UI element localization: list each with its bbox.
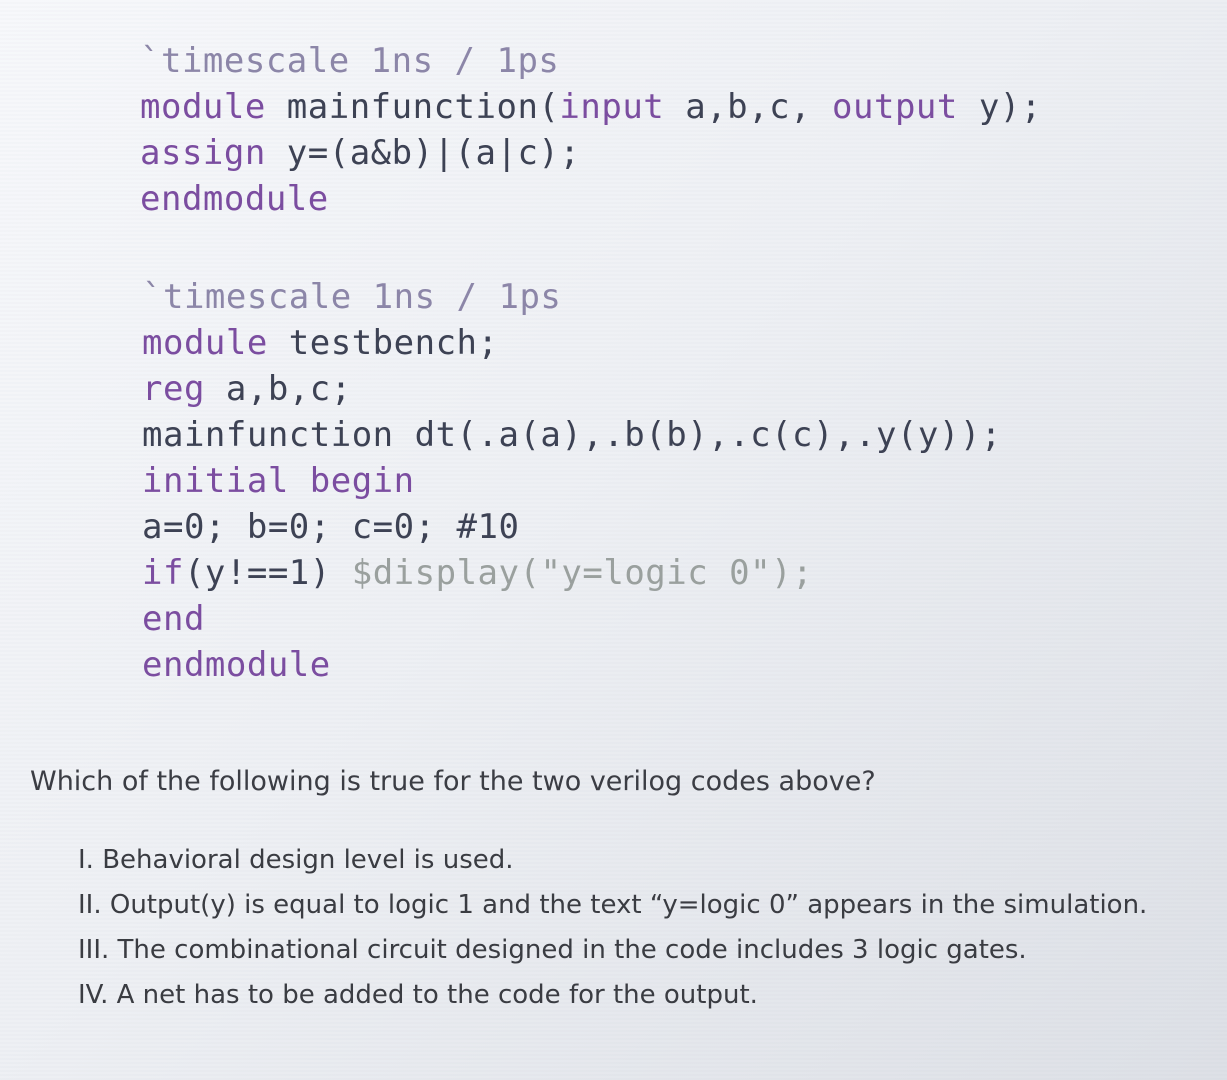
- code-token: a,b,c,: [685, 87, 833, 127]
- code-line: endmodule: [140, 176, 1042, 222]
- code-line: initial begin: [142, 458, 1002, 504]
- code-token: module: [140, 87, 287, 127]
- code-line: `timescale 1ns / 1ps: [140, 38, 1042, 84]
- code-token: input: [559, 87, 686, 127]
- code-token: output: [832, 87, 979, 127]
- code-line: `timescale 1ns / 1ps: [142, 274, 1002, 320]
- code-line: end: [142, 596, 1002, 642]
- code-line: module testbench;: [142, 320, 1002, 366]
- code-token: mainfunction dt(.a(a),.b(b),.c(c),.y(y))…: [142, 415, 1002, 455]
- code-line: endmodule: [142, 642, 1002, 688]
- code-token: end: [142, 599, 205, 639]
- code-token: initial begin: [142, 461, 415, 501]
- code-token: y);: [978, 87, 1042, 127]
- code-token: module: [142, 323, 289, 363]
- code-line: if(y!==1) $display("y=logic 0");: [142, 550, 1002, 596]
- option-iii: III. The combinational circuit designed …: [78, 935, 1027, 965]
- code-line: mainfunction dt(.a(a),.b(b),.c(c),.y(y))…: [142, 412, 1002, 458]
- option-iv: IV. A net has to be added to the code fo…: [78, 980, 758, 1010]
- code-token: endmodule: [142, 645, 331, 685]
- code-token: mainfunction(: [286, 87, 560, 127]
- code-token: a,b,c;: [225, 369, 352, 409]
- code-token: y=(a&b)|(a|c);: [286, 133, 581, 173]
- code-token: (y!==1): [183, 553, 352, 593]
- verilog-code-testbench: `timescale 1ns / 1ps module testbench; reg…: [142, 274, 1002, 688]
- answer-options-list: I. Behavioral design level is used. II. …: [78, 838, 1147, 1018]
- option-ii: II. Output(y) is equal to logic 1 and th…: [78, 890, 1148, 920]
- code-token: testbench;: [288, 323, 499, 363]
- code-line: reg a,b,c;: [142, 366, 1002, 412]
- code-token: a=0; b=0; c=0; #10: [142, 507, 520, 547]
- code-line: a=0; b=0; c=0; #10: [142, 504, 1002, 550]
- code-token: $display("y=logic 0");: [351, 553, 814, 593]
- code-token: `timescale 1ns / 1ps: [142, 277, 562, 317]
- question-text: Which of the following is true for the t…: [30, 766, 876, 797]
- code-token: `timescale 1ns / 1ps: [140, 41, 560, 81]
- verilog-code-mainfunction: `timescale 1ns / 1ps module mainfunction(…: [140, 38, 1042, 222]
- code-line: module mainfunction(input a,b,c, output …: [140, 84, 1042, 130]
- code-token: endmodule: [140, 179, 329, 219]
- code-token: reg: [142, 369, 226, 409]
- code-line: assign y=(a&b)|(a|c);: [140, 130, 1042, 176]
- option-i: I. Behavioral design level is used.: [78, 845, 514, 875]
- code-token: assign: [140, 133, 287, 173]
- code-token: if: [142, 553, 184, 593]
